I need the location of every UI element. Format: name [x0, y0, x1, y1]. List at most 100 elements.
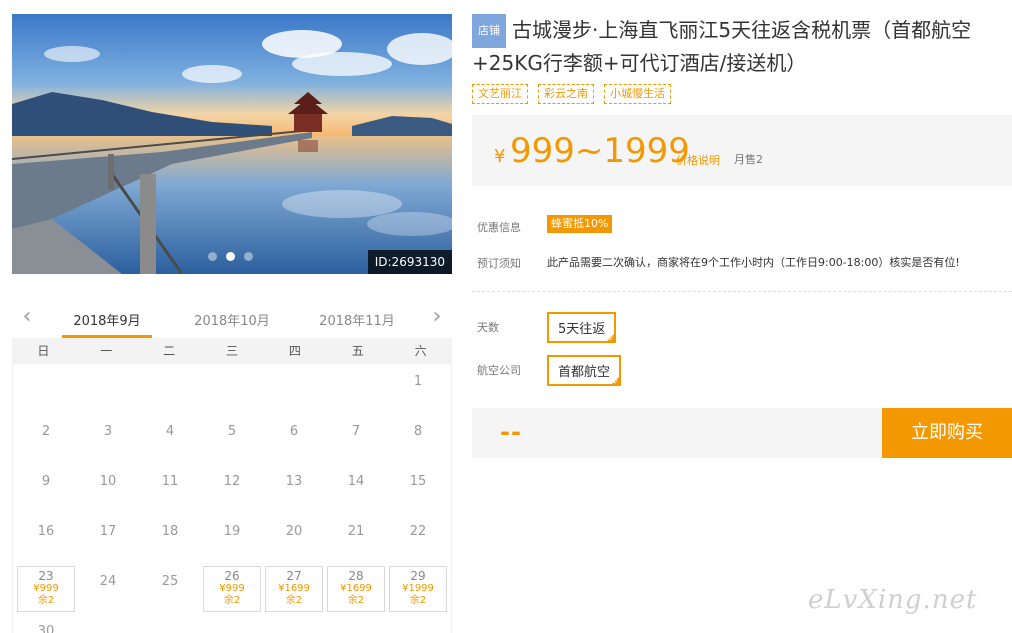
weekday-label: 四: [288, 344, 301, 358]
calendar-day: 16: [17, 516, 75, 562]
day-number: 4: [165, 424, 175, 439]
day-number: 7: [351, 424, 361, 439]
day-number: 12: [223, 474, 241, 489]
carousel-dots: [208, 252, 253, 261]
tag[interactable]: 小城慢生活: [604, 84, 671, 104]
tab-month-1[interactable]: 2018年9月: [62, 310, 152, 329]
calendar-day: 10: [79, 466, 137, 512]
lake-pavilion-image: [12, 14, 452, 274]
chevron-right-icon[interactable]: ›: [426, 306, 448, 328]
calendar-day: 17: [79, 516, 137, 562]
calendar-day-available[interactable]: 27 ¥1699 余2: [265, 566, 323, 612]
day-number: 8: [413, 424, 423, 439]
day-price: ¥1699: [340, 583, 372, 594]
product-photo[interactable]: ID:2693130: [12, 14, 452, 274]
carousel-dot[interactable]: [208, 252, 217, 261]
days-option-button[interactable]: 5天往返 ✓: [547, 312, 617, 343]
calendar-day: 4: [141, 416, 199, 462]
day-price: ¥1999: [402, 583, 434, 594]
day-number: 2: [41, 424, 51, 439]
calendar-day: 2: [17, 416, 75, 462]
weekday-label: 五: [351, 344, 364, 358]
price-currency: ¥: [494, 146, 506, 167]
day-number: 11: [161, 474, 179, 489]
calendar-day: 7: [327, 416, 385, 462]
buy-bar: -- 立即购买: [472, 408, 1012, 458]
weekday-label: 二: [163, 344, 176, 358]
day-number: 18: [161, 524, 179, 539]
product-tags: 文艺丽江 彩云之南 小城慢生活: [472, 84, 671, 104]
calendar-day: 9: [17, 466, 75, 512]
tab-month-2[interactable]: 2018年10月: [187, 310, 277, 329]
day-price: ¥1699: [278, 583, 310, 594]
day-remaining: 余2: [347, 595, 365, 606]
calendar-day: 14: [327, 466, 385, 512]
price-box: ¥ 999~1999 价格说明 月售2: [472, 115, 1012, 186]
calendar-grid: 1 2 3 4 5 6 7 8 9 10 11 12 13 14 15 16 17 18 19 20 21 22 23 ¥99…: [12, 364, 452, 633]
tag[interactable]: 文艺丽江: [472, 84, 528, 104]
day-remaining: 余2: [285, 595, 303, 606]
day-number: 24: [99, 574, 117, 589]
day-remaining: 余2: [409, 595, 427, 606]
calendar-day: 18: [141, 516, 199, 562]
calendar-day: 12: [203, 466, 261, 512]
carousel-dot[interactable]: [244, 252, 253, 261]
day-number: 22: [409, 524, 427, 539]
day-number: 15: [409, 474, 427, 489]
monthly-sales: 月售2: [734, 153, 763, 166]
calendar-day: 30: [17, 616, 75, 633]
calendar-weekday-header: 日 一 二 三 四 五 六: [12, 338, 452, 364]
calendar-day-available[interactable]: 28 ¥1699 余2: [327, 566, 385, 612]
day-price: ¥999: [219, 583, 245, 594]
calendar-day-available[interactable]: 29 ¥1999 余2: [389, 566, 447, 612]
calendar-day: 3: [79, 416, 137, 462]
calendar-day: 6: [265, 416, 323, 462]
weekday-label: 三: [226, 344, 239, 358]
notice-text: 此产品需要二次确认，商家将在9个工作小时内（工作日9:00-18:00）核实是否…: [547, 256, 960, 269]
day-number: 10: [99, 474, 117, 489]
buy-now-button[interactable]: 立即购买: [882, 408, 1012, 458]
calendar-day: 1: [389, 366, 447, 412]
weekday-label: 日: [37, 344, 50, 358]
calendar-day-available[interactable]: 26 ¥999 余2: [203, 566, 261, 612]
total-price: --: [500, 418, 522, 446]
calendar-month-nav: ‹ 2018年9月 2018年10月 2018年11月 ›: [12, 298, 452, 338]
day-number: 6: [289, 424, 299, 439]
calendar-day: 8: [389, 416, 447, 462]
calendar-day: 19: [203, 516, 261, 562]
day-number: 30: [37, 624, 55, 633]
carousel-dot-active[interactable]: [226, 252, 235, 261]
day-number: 25: [161, 574, 179, 589]
calendar-day: 25: [141, 566, 199, 612]
day-remaining: 余2: [223, 595, 241, 606]
calendar-day: 20: [265, 516, 323, 562]
day-number: 1: [413, 374, 423, 389]
calendar-day: 24: [79, 566, 137, 612]
day-number: 20: [285, 524, 303, 539]
day-number: 23: [38, 569, 54, 583]
day-number: 3: [103, 424, 113, 439]
tag[interactable]: 彩云之南: [538, 84, 594, 104]
notice-label: 预订须知: [477, 257, 521, 270]
airline-option-button[interactable]: 首都航空 ✓: [547, 355, 622, 386]
day-number: 16: [37, 524, 55, 539]
day-price: ¥999: [33, 583, 59, 594]
day-number: 5: [227, 424, 237, 439]
day-remaining: 余2: [37, 595, 55, 606]
watermark-logo: eLvXing.net: [808, 585, 978, 615]
day-number: 29: [410, 569, 426, 583]
check-icon: ✓: [613, 378, 620, 386]
tab-month-3[interactable]: 2018年11月: [312, 310, 402, 329]
chevron-left-icon[interactable]: ‹: [16, 306, 38, 328]
calendar-day: 13: [265, 466, 323, 512]
promo-badge: 蜂蜜抵10%: [547, 215, 613, 233]
calendar-day: 22: [389, 516, 447, 562]
day-number: 27: [286, 569, 302, 583]
check-icon: ✓: [608, 335, 615, 343]
calendar-day: 21: [327, 516, 385, 562]
calendar-day-available[interactable]: 23 ¥999 余2: [17, 566, 75, 612]
shop-badge[interactable]: 店铺: [472, 14, 506, 48]
day-number: 19: [223, 524, 241, 539]
price-note-link[interactable]: 价格说明: [676, 152, 720, 168]
airline-label: 航空公司: [477, 364, 521, 377]
